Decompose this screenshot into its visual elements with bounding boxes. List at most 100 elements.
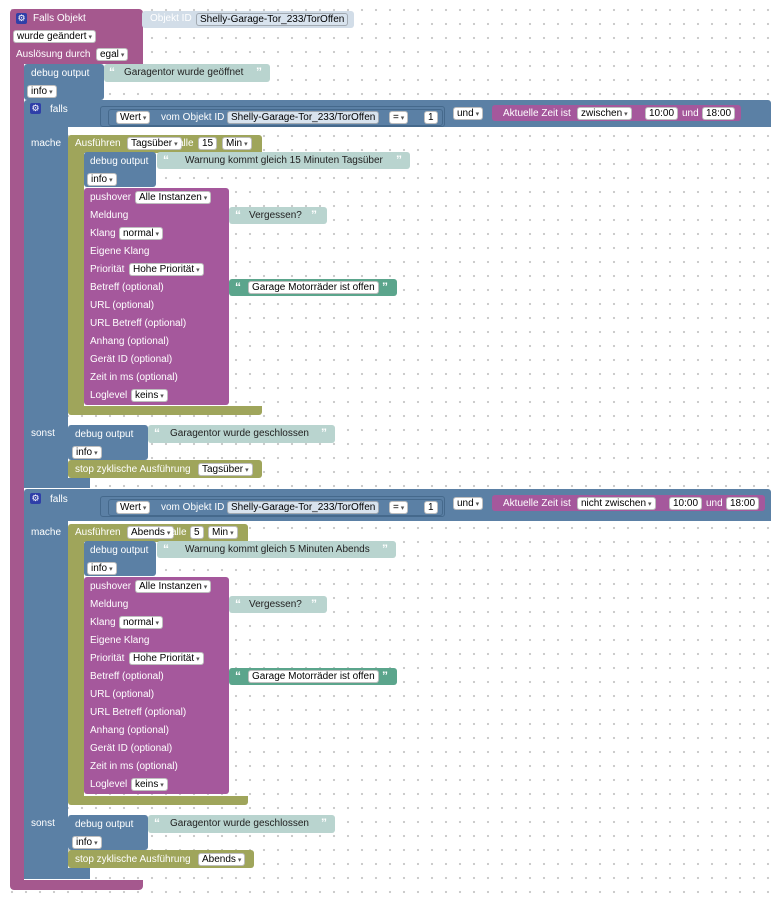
debug-level-dropdown[interactable]: info: [87, 173, 117, 186]
eigene-klang-label: Eigene Klang: [90, 635, 150, 646]
interval-field[interactable]: 15: [198, 137, 218, 150]
debug-output-label: debug output: [75, 819, 134, 830]
quote-open-icon: “: [154, 426, 160, 440]
condition-object-id[interactable]: Shelly-Garage-Tor_233/TorOffen: [227, 111, 380, 124]
sonst-label: sonst: [31, 818, 55, 829]
gear-icon[interactable]: ⚙: [30, 493, 41, 504]
falls-label: falls: [50, 494, 68, 505]
number-field[interactable]: 1: [424, 501, 438, 514]
unit-dropdown[interactable]: Min: [222, 137, 252, 150]
loglevel-label: Loglevel: [90, 779, 128, 790]
alle-label: alle: [171, 527, 187, 538]
quote-open-icon: “: [163, 542, 169, 556]
gear-icon[interactable]: ⚙: [16, 13, 27, 24]
debug-output-label: debug output: [90, 156, 149, 167]
time-end-field[interactable]: 18:00: [726, 497, 760, 510]
stop-label: stop zyklische Ausführung: [75, 854, 191, 865]
warn-text[interactable]: Warnung kommt gleich 5 Minuten Abends: [185, 544, 370, 556]
prioritaet-dropdown[interactable]: Hohe Priorität: [129, 652, 204, 665]
geschlossen-text[interactable]: Garagentor wurde geschlossen: [170, 428, 309, 440]
operator-dropdown[interactable]: =: [389, 111, 409, 124]
und-label: und: [682, 108, 699, 119]
zeit-op-dropdown[interactable]: nicht zwischen: [577, 497, 656, 510]
quote-close-icon: ”: [311, 597, 317, 611]
schedule-block-spine: [68, 541, 84, 797]
zeit-op-dropdown[interactable]: zwischen: [577, 107, 632, 120]
klang-label: Klang: [90, 228, 116, 239]
instance-dropdown[interactable]: Alle Instanzen: [135, 191, 212, 204]
betreff-text[interactable]: Garage Motorräder ist offen: [248, 670, 379, 683]
sonst-label: sonst: [31, 428, 55, 439]
geschlossen-text[interactable]: Garagentor wurde geschlossen: [170, 818, 309, 830]
quote-open-icon: “: [163, 153, 169, 167]
if-block-foot: [24, 868, 90, 879]
meldung-label: Meldung: [90, 210, 129, 221]
debug-text[interactable]: Garagentor wurde geöffnet: [124, 67, 243, 79]
changed-dropdown[interactable]: wurde geändert: [13, 30, 96, 43]
meldung-text[interactable]: Vergessen?: [249, 210, 302, 222]
ausfuehren-label: Ausführen: [75, 527, 121, 538]
if-block-foot: [24, 478, 90, 488]
number-field[interactable]: 1: [424, 111, 438, 124]
wert-dropdown[interactable]: Wert: [116, 501, 151, 514]
unit-dropdown[interactable]: Min: [208, 526, 238, 539]
pushover-label: pushover: [90, 581, 132, 592]
trigger-title: Falls Objekt: [33, 13, 86, 24]
falls-label: falls: [50, 104, 68, 115]
gear-icon[interactable]: ⚙: [30, 103, 41, 114]
condition-object-id[interactable]: Shelly-Garage-Tor_233/TorOffen: [227, 501, 380, 514]
quote-open-icon: “: [235, 208, 241, 222]
und-dropdown[interactable]: und: [453, 497, 484, 510]
ausloesung-dropdown[interactable]: egal: [96, 48, 129, 61]
url-label: URL (optional): [90, 689, 155, 700]
warn-text[interactable]: Warnung kommt gleich 15 Minuten Tagsüber: [185, 155, 383, 167]
betreff-text[interactable]: Garage Motorräder ist offen: [248, 281, 379, 294]
zeit-ms-label: Zeit in ms (optional): [90, 372, 178, 383]
time-end-field[interactable]: 18:00: [702, 107, 736, 120]
quote-close-icon: ”: [256, 65, 262, 79]
debug-output-label: debug output: [31, 68, 90, 79]
klang-dropdown[interactable]: normal: [119, 616, 164, 629]
meldung-text[interactable]: Vergessen?: [249, 599, 302, 611]
interval-field[interactable]: 5: [190, 526, 204, 539]
debug-level-dropdown[interactable]: info: [27, 85, 57, 98]
alle-label: alle: [178, 138, 194, 149]
ausloesung-label: Auslösung durch: [16, 49, 91, 60]
loglevel-dropdown[interactable]: keins: [131, 389, 168, 402]
debug-level-dropdown[interactable]: info: [87, 562, 117, 575]
betreff-label: Betreff (optional): [90, 671, 164, 682]
und-label: und: [706, 498, 723, 509]
anhang-label: Anhang (optional): [90, 725, 169, 736]
geraet-label: Gerät ID (optional): [90, 354, 173, 365]
schedule-name-dropdown[interactable]: Abends: [127, 526, 175, 539]
zeit-label: Aktuelle Zeit ist: [503, 108, 571, 119]
time-start-field[interactable]: 10:00: [669, 497, 703, 510]
und-dropdown[interactable]: und: [453, 107, 484, 120]
geraet-label: Gerät ID (optional): [90, 743, 173, 754]
quote-close-icon: ”: [321, 426, 327, 440]
time-start-field[interactable]: 10:00: [645, 107, 679, 120]
prioritaet-label: Priorität: [90, 264, 125, 275]
schedule-name-dropdown[interactable]: Tagsüber: [127, 137, 182, 150]
wert-dropdown[interactable]: Wert: [116, 111, 151, 124]
loglevel-dropdown[interactable]: keins: [131, 778, 168, 791]
debug-level-dropdown[interactable]: info: [72, 446, 102, 459]
quote-open-icon: “: [235, 280, 241, 294]
operator-dropdown[interactable]: =: [389, 501, 409, 514]
meldung-label: Meldung: [90, 599, 129, 610]
stop-name-dropdown[interactable]: Abends: [198, 853, 246, 866]
stop-name-dropdown[interactable]: Tagsüber: [198, 463, 253, 476]
prioritaet-dropdown[interactable]: Hohe Priorität: [129, 263, 204, 276]
schedule-block-foot: [68, 796, 248, 805]
quote-open-icon: “: [235, 597, 241, 611]
instance-dropdown[interactable]: Alle Instanzen: [135, 580, 212, 593]
object-id-field[interactable]: Shelly-Garage-Tor_233/TorOffen: [196, 13, 349, 26]
stop-label: stop zyklische Ausführung: [75, 464, 191, 475]
debug-level-dropdown[interactable]: info: [72, 836, 102, 849]
url-label: URL (optional): [90, 300, 155, 311]
klang-dropdown[interactable]: normal: [119, 227, 164, 240]
quote-close-icon: ”: [382, 669, 388, 683]
betreff-label: Betreff (optional): [90, 282, 164, 293]
mache-label: mache: [31, 527, 62, 538]
vom-objekt-label: vom Objekt ID: [161, 112, 225, 123]
